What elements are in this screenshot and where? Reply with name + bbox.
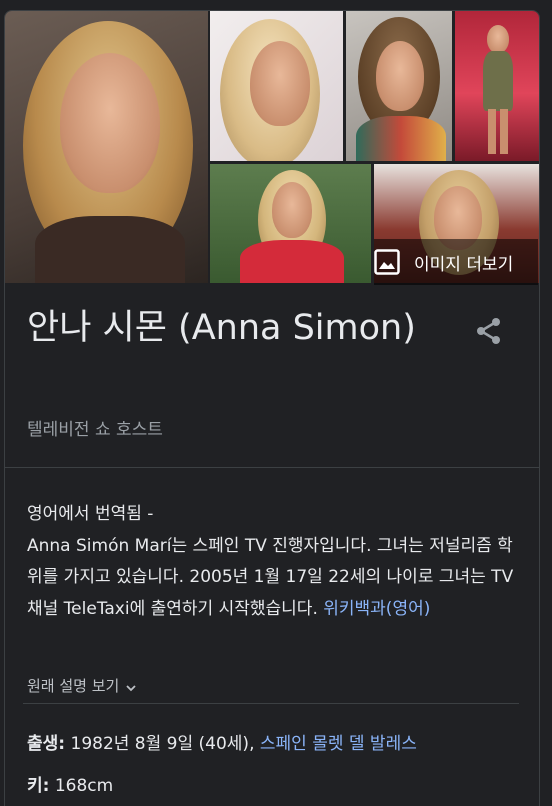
- fact-born: 출생: 1982년 8월 9일 (40세), 스페인 몰렛 델 발레스: [27, 729, 417, 754]
- description-text: Anna Simón Marí는 스페인 TV 진행자입니다. 그녀는 저널리즘…: [27, 535, 514, 619]
- knowledge-panel: 이미지 더보기 안나 시몬 (Anna Simon) 텔레비전 쇼 호스트 영어…: [4, 10, 540, 806]
- photo-4[interactable]: [455, 11, 539, 161]
- born-place-link[interactable]: 스페인 몰렛 델 발레스: [260, 734, 417, 754]
- image-icon: [374, 249, 400, 275]
- entity-subtitle: 텔레비전 쇼 호스트: [27, 420, 163, 440]
- photo-3[interactable]: [346, 11, 452, 161]
- fact-height: 키: 168cm: [27, 771, 113, 796]
- photo-2[interactable]: [210, 11, 343, 161]
- more-images-label: 이미지 더보기: [414, 254, 514, 275]
- main-photo[interactable]: [5, 11, 208, 283]
- wikipedia-link[interactable]: 위키백과(영어): [323, 599, 430, 619]
- height-value: 168cm: [54, 776, 114, 796]
- more-images-button[interactable]: 이미지 더보기: [374, 239, 538, 285]
- translated-label: 영어에서 번역됨 -: [27, 504, 154, 524]
- born-value: 1982년 8월 9일 (40세),: [70, 734, 255, 754]
- divider: [5, 467, 539, 468]
- photo-5[interactable]: [210, 164, 371, 283]
- show-original-button[interactable]: 원래 설명 보기: [27, 675, 137, 696]
- show-original-label: 원래 설명 보기: [27, 677, 120, 695]
- height-label: 키:: [27, 776, 50, 796]
- chevron-down-icon: [125, 680, 137, 692]
- share-icon[interactable]: [473, 315, 505, 347]
- born-label: 출생:: [27, 734, 66, 754]
- entity-title: 안나 시몬 (Anna Simon): [27, 308, 416, 348]
- divider: [23, 703, 519, 704]
- description: 영어에서 번역됨 - Anna Simón Marí는 스페인 TV 진행자입니…: [27, 499, 527, 625]
